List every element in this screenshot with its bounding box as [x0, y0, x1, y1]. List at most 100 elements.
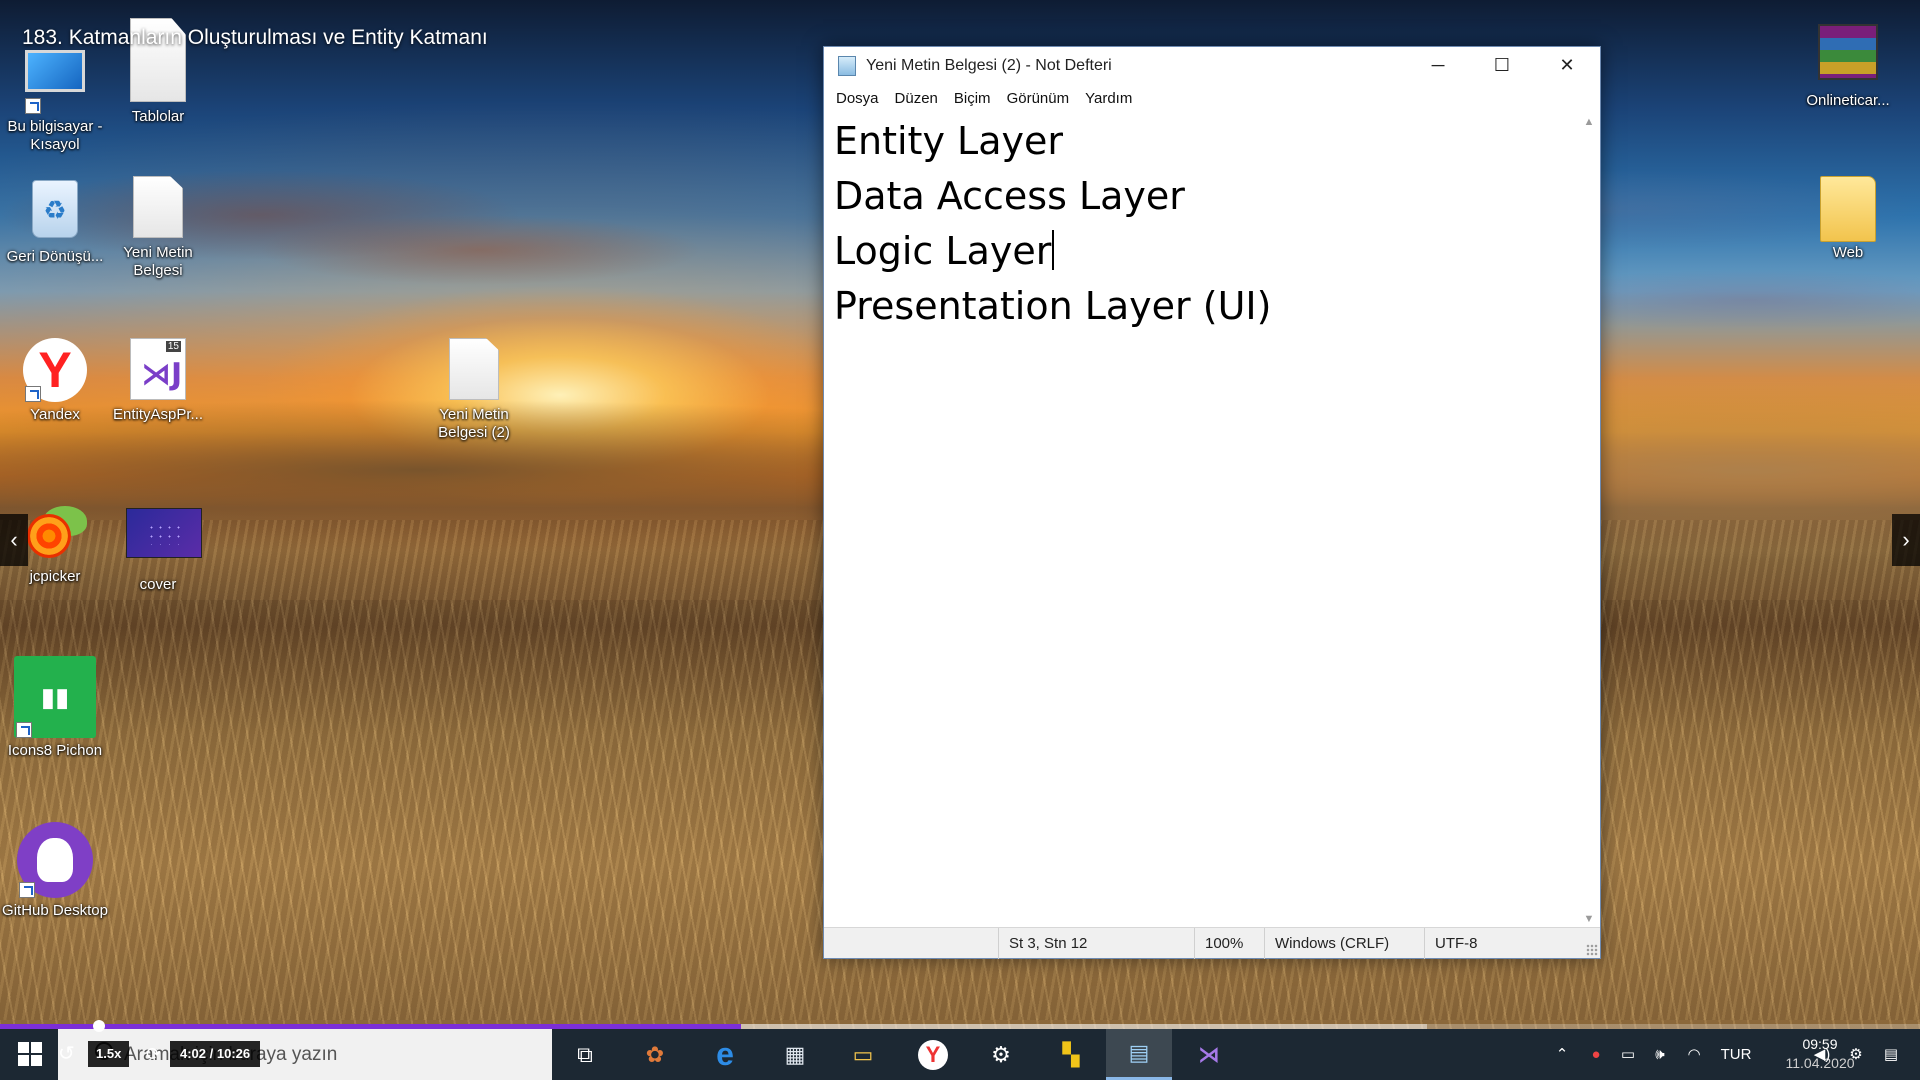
winrar-archive-icon	[1816, 24, 1880, 88]
desktop-icon-onlineticar[interactable]: Onlineticar...	[1792, 20, 1904, 110]
visual-studio-solution-icon: 15 ⋊J	[126, 338, 190, 402]
video-player-controls: ↺ 1.5x ⟳ 4:02 / 10:26	[0, 1029, 310, 1080]
show-hidden-icons-icon[interactable]: ⌃	[1550, 1029, 1574, 1080]
taskbar-store[interactable]: ▦	[762, 1029, 828, 1080]
text-document-icon	[442, 338, 506, 402]
editor-line-current: Logic Layer	[834, 224, 1568, 279]
shortcut-arrow-icon	[25, 386, 41, 402]
desktop-icon-label: Geri Dönüşü...	[6, 248, 104, 265]
antivirus-icon[interactable]: ●	[1584, 1029, 1608, 1080]
file-explorer-icon: ▭	[852, 1041, 874, 1067]
status-bar: St 3, Stn 12 100% Windows (CRLF) UTF-8	[824, 927, 1600, 959]
video-title: 183. Katmanların Oluşturulması ve Entity…	[22, 26, 488, 49]
desktop-icon-label: Icons8 Pichon	[7, 742, 103, 759]
desktop-icon-label: Onlineticar...	[1806, 92, 1890, 109]
notepad-icon: ▤	[1128, 1040, 1150, 1065]
menu-dosya[interactable]: Dosya	[828, 90, 887, 107]
player-volume-icon[interactable]: ◀)	[1810, 1029, 1834, 1080]
taskbar-yandex[interactable]: Y	[900, 1029, 966, 1080]
notepad-window[interactable]: Yeni Metin Belgesi (2) - Not Defteri ─ ☐…	[823, 46, 1601, 959]
task-view-icon: ⧉	[577, 1041, 593, 1067]
battery-icon[interactable]: ▭	[1616, 1029, 1640, 1080]
desktop-icon-web[interactable]: Web	[1792, 176, 1904, 262]
shortcut-arrow-icon	[19, 882, 35, 898]
taskbar-task-view[interactable]: ⧉	[552, 1029, 618, 1080]
desktop-icon-yandex[interactable]: Y Yandex	[0, 338, 110, 424]
minimize-button[interactable]: ─	[1406, 47, 1470, 84]
vertical-scrollbar[interactable]: ▲ ▼	[1578, 112, 1600, 929]
desktop-icon-icons8-pichon[interactable]: ▮▮ Icons8 Pichon	[0, 656, 110, 760]
scroll-down-icon[interactable]: ▼	[1578, 913, 1600, 925]
loop-icon[interactable]: ⟳	[146, 1041, 161, 1067]
desktop-icon-this-pc[interactable]: Bu bilgisayar - Kısayol	[0, 40, 110, 154]
taskbar-edge[interactable]: e	[692, 1029, 758, 1080]
desktop-icon-label: EntityAspPr...	[112, 406, 204, 423]
next-video-arrow-icon[interactable]: ›	[1892, 514, 1920, 566]
window-title: Yeni Metin Belgesi (2) - Not Defteri	[866, 56, 1112, 74]
image-icon	[126, 508, 202, 572]
line-ending: Windows (CRLF)	[1264, 928, 1424, 959]
github-desktop-icon	[17, 822, 93, 898]
cursor-position: St 3, Stn 12	[998, 928, 1194, 959]
wifi-icon[interactable]: ◠	[1682, 1029, 1706, 1080]
resize-grip-icon[interactable]	[1586, 944, 1598, 956]
desktop-icon-label: Yeni Metin Belgesi (2)	[438, 406, 510, 441]
desktop-icon-yeni-metin-belgesi[interactable]: Yeni Metin Belgesi	[103, 176, 213, 280]
store-icon: ▦	[784, 1041, 806, 1067]
zoom-level: 100%	[1194, 928, 1264, 959]
folder-icon	[1816, 176, 1880, 242]
editor-line-text: Logic Layer	[834, 229, 1052, 273]
desktop-icon-cover[interactable]: cover	[103, 500, 213, 594]
window-titlebar[interactable]: Yeni Metin Belgesi (2) - Not Defteri ─ ☐…	[824, 47, 1600, 84]
menu-bicim[interactable]: Biçim	[946, 90, 999, 107]
playback-speed[interactable]: 1.5x	[88, 1041, 130, 1067]
jcpicker-icon	[23, 500, 87, 564]
desktop-icon-recycle-bin[interactable]: ♻ Geri Dönüşü...	[0, 176, 110, 266]
yandex-browser-icon: Y	[23, 338, 87, 402]
desktop-icon-label: Yeni Metin Belgesi	[123, 244, 193, 279]
scroll-up-icon[interactable]: ▲	[1578, 116, 1600, 128]
taskbar-settings[interactable]: ⚙	[968, 1029, 1034, 1080]
taskbar-sticky-notes[interactable]: ▚	[1038, 1029, 1104, 1080]
version-badge: 15	[165, 341, 181, 352]
previous-video-arrow-icon[interactable]: ‹	[0, 514, 28, 566]
desktop-icon-yeni-metin-belgesi-2[interactable]: Yeni Metin Belgesi (2)	[419, 338, 529, 442]
text-editor[interactable]: Entity Layer Data Access Layer Logic Lay…	[824, 112, 1578, 929]
desktop-icon-label: Tablolar	[131, 108, 185, 125]
taskbar-visual-studio[interactable]: ⋊	[1176, 1029, 1242, 1080]
desktop-icon-label: Yandex	[30, 406, 80, 423]
desktop-icon-label: Bu bilgisayar - Kısayol	[7, 118, 103, 153]
menu-bar: Dosya Düzen Biçim Görünüm Yardım	[824, 84, 1600, 112]
text-document-icon	[126, 176, 190, 240]
paint-app-icon: ✿	[645, 1041, 665, 1067]
settings-gear-icon: ⚙	[991, 1041, 1011, 1067]
desktop-icon-label: jcpicker	[29, 568, 81, 585]
visual-studio-icon: ⋊	[1198, 1041, 1220, 1067]
volume-icon[interactable]: 🕪	[1648, 1029, 1672, 1080]
recycle-bin-icon: ♻	[23, 180, 87, 244]
yandex-browser-icon: Y	[918, 1039, 948, 1070]
player-settings-gear-icon[interactable]: ⚙	[1844, 1029, 1868, 1080]
icons8-pichon-icon: ▮▮	[14, 656, 96, 738]
video-time: 4:02 / 10:26	[170, 1041, 261, 1067]
menu-duzen[interactable]: Düzen	[887, 90, 946, 107]
taskbar-paint[interactable]: ✿	[622, 1029, 688, 1080]
action-center-icon[interactable]: ▤	[1876, 1029, 1906, 1080]
text-caret	[1052, 230, 1055, 270]
desktop-icon-entityasppr[interactable]: 15 ⋊J EntityAspPr...	[103, 338, 213, 424]
system-tray: ⌃ ● ▭ 🕪 ◠ TUR 09:59 11.04.2020 ◀) ⚙ ▤	[1520, 1029, 1920, 1080]
editor-line: Data Access Layer	[834, 174, 1185, 218]
menu-yardim[interactable]: Yardım	[1077, 90, 1140, 107]
replay-icon[interactable]: ↺	[58, 1041, 75, 1067]
taskbar-file-explorer[interactable]: ▭	[830, 1029, 896, 1080]
edge-browser-icon: e	[716, 1036, 734, 1072]
editor-line: Presentation Layer (UI)	[834, 284, 1272, 328]
desktop-icon-github-desktop[interactable]: GitHub Desktop	[0, 822, 110, 920]
menu-gorunum[interactable]: Görünüm	[999, 90, 1078, 107]
close-button[interactable]: ✕	[1534, 47, 1600, 84]
maximize-button[interactable]: ☐	[1470, 47, 1534, 84]
input-language[interactable]: TUR	[1716, 1029, 1756, 1080]
encoding: UTF-8	[1424, 928, 1574, 959]
desktop-icon-label: GitHub Desktop	[2, 902, 108, 919]
taskbar-notepad[interactable]: ▤	[1106, 1029, 1172, 1080]
